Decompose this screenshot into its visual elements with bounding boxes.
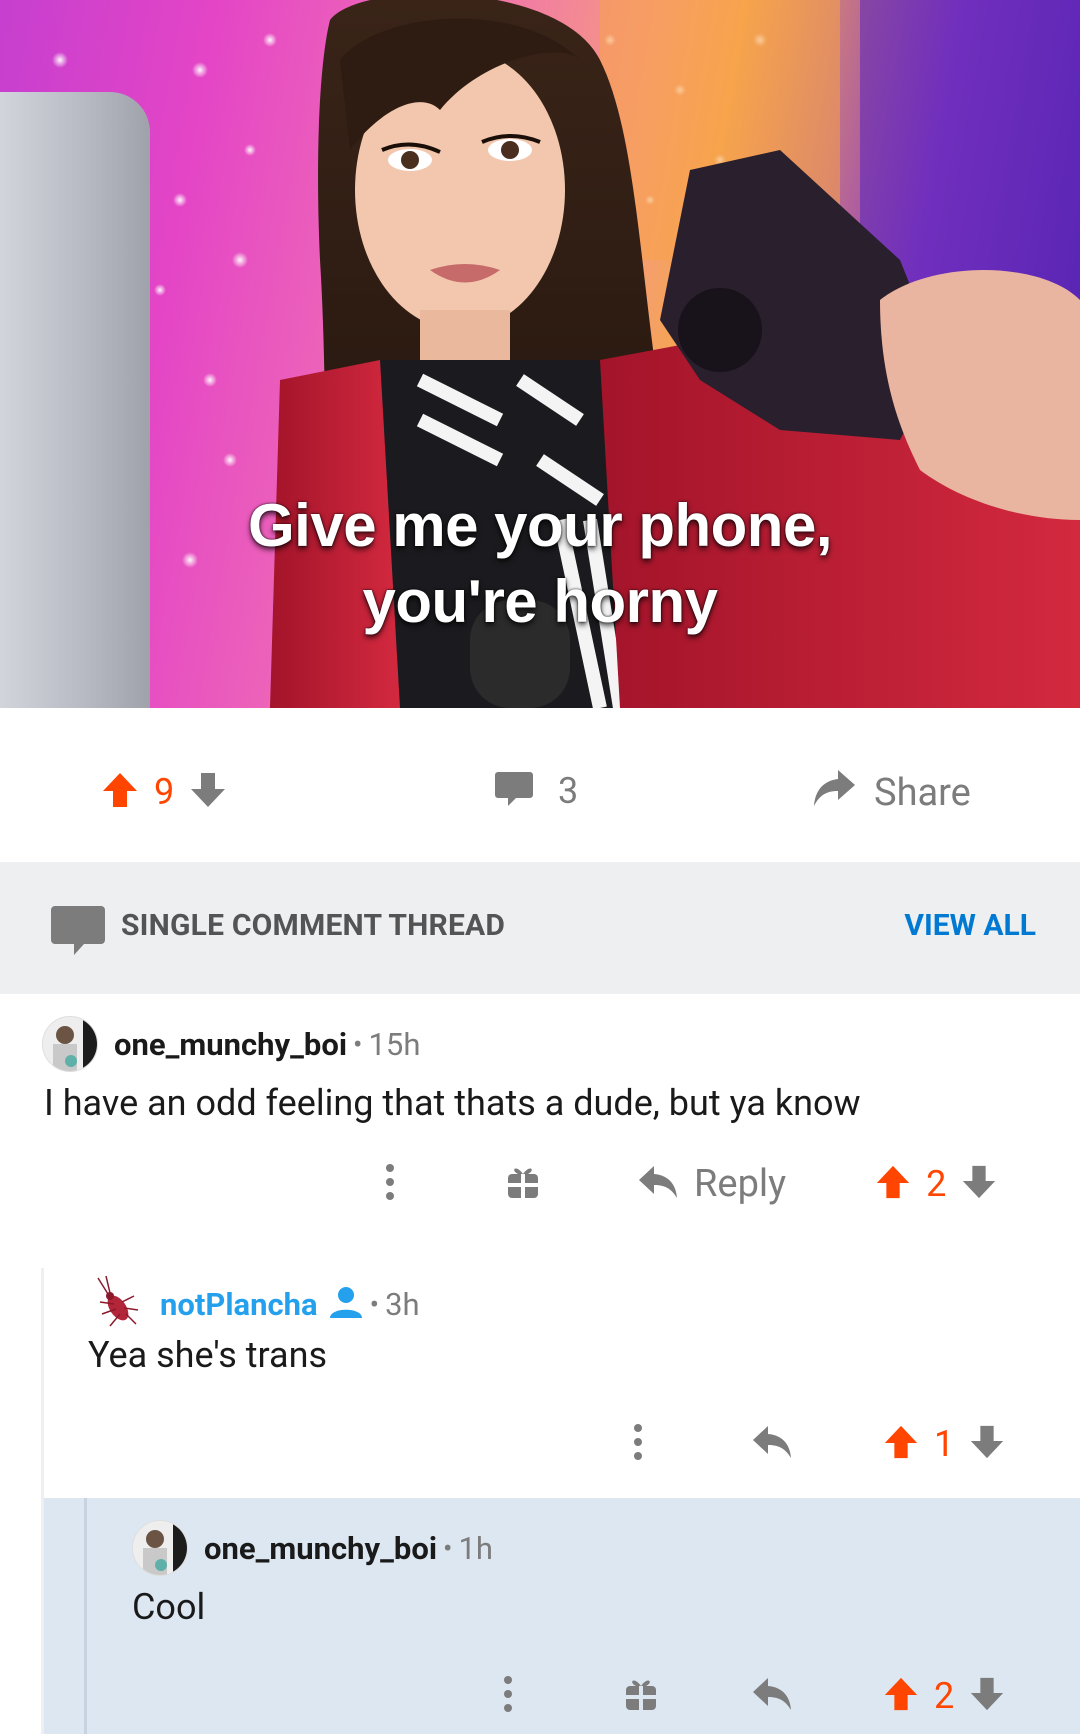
post-image[interactable]: Give me your phone, you're horny	[0, 0, 1080, 708]
separator-dot: •	[369, 1287, 380, 1321]
comment-body: I have an odd feeling that thats a dude,…	[44, 1082, 861, 1124]
more-icon[interactable]	[502, 1674, 514, 1718]
comment-actions: Reply 2	[384, 1162, 998, 1206]
thread-label: SINGLE COMMENT THREAD	[121, 908, 506, 943]
username[interactable]: notPlancha	[160, 1286, 318, 1323]
comment-header: one_munchy_boi • 1h	[132, 1520, 493, 1576]
view-all-link[interactable]: VIEW ALL	[904, 908, 1036, 943]
more-icon[interactable]	[632, 1422, 644, 1466]
upvote-icon[interactable]	[882, 1423, 920, 1465]
comment-body: Yea she's trans	[88, 1334, 328, 1376]
comment-actions: 1	[632, 1422, 1006, 1466]
comments-button[interactable]: 3	[494, 770, 578, 812]
comment-icon	[494, 770, 534, 812]
caption-line-1: Give me your phone,	[248, 492, 832, 559]
comment: notPlancha • 3h Yea she's trans 1	[0, 1268, 1080, 1498]
share-button[interactable]: Share	[812, 768, 971, 818]
avatar[interactable]	[132, 1520, 188, 1576]
comment-highlighted: one_munchy_boi • 1h Cool 2	[0, 1498, 1080, 1734]
post-score: 9	[154, 771, 175, 813]
comment-actions: 2	[502, 1674, 1006, 1718]
comment-age: 1h	[458, 1529, 494, 1567]
upvote-icon[interactable]	[874, 1163, 912, 1205]
username[interactable]: one_munchy_boi	[204, 1530, 437, 1567]
reply-icon[interactable]	[752, 1676, 792, 1716]
comment-header: notPlancha • 3h	[88, 1275, 420, 1332]
downvote-icon[interactable]	[188, 770, 228, 814]
avatar[interactable]	[42, 1016, 98, 1072]
downvote-icon[interactable]	[960, 1163, 998, 1205]
share-icon	[812, 768, 856, 818]
upvote-icon[interactable]	[100, 770, 140, 814]
comment-age: 15h	[368, 1025, 421, 1063]
comment-body: Cool	[132, 1586, 206, 1628]
separator-dot: •	[353, 1027, 363, 1061]
downvote-icon[interactable]	[968, 1423, 1006, 1465]
award-icon[interactable]	[624, 1676, 658, 1716]
award-icon[interactable]	[506, 1164, 540, 1204]
user-icon	[328, 1285, 364, 1323]
share-label: Share	[874, 771, 971, 815]
reply-icon[interactable]	[638, 1164, 678, 1204]
upvote-icon[interactable]	[882, 1675, 920, 1717]
caption-line-2: you're horny	[362, 568, 719, 635]
single-thread-bar: SINGLE COMMENT THREAD VIEW ALL	[0, 862, 1080, 994]
comment-age: 3h	[385, 1285, 420, 1323]
separator-dot: •	[443, 1531, 453, 1565]
comment-header: one_munchy_boi • 15h	[42, 1016, 420, 1072]
more-icon[interactable]	[384, 1162, 396, 1206]
post-vote-group: 9	[100, 770, 228, 814]
comment-score: 2	[926, 1163, 947, 1205]
comment-score: 2	[934, 1675, 955, 1717]
comment-count: 3	[558, 770, 579, 812]
reply-button[interactable]: Reply	[694, 1162, 786, 1206]
post-action-bar: 9 3 Share	[0, 708, 1080, 862]
downvote-icon[interactable]	[968, 1675, 1006, 1717]
comment-icon	[50, 902, 106, 962]
comment-score: 1	[934, 1423, 955, 1465]
cockroach-avatar-icon[interactable]	[88, 1275, 144, 1332]
post-caption: Give me your phone, you're horny	[0, 488, 1080, 640]
reply-icon[interactable]	[752, 1424, 792, 1464]
comment: one_munchy_boi • 15h I have an odd feeli…	[0, 994, 1080, 1268]
username[interactable]: one_munchy_boi	[114, 1026, 347, 1063]
